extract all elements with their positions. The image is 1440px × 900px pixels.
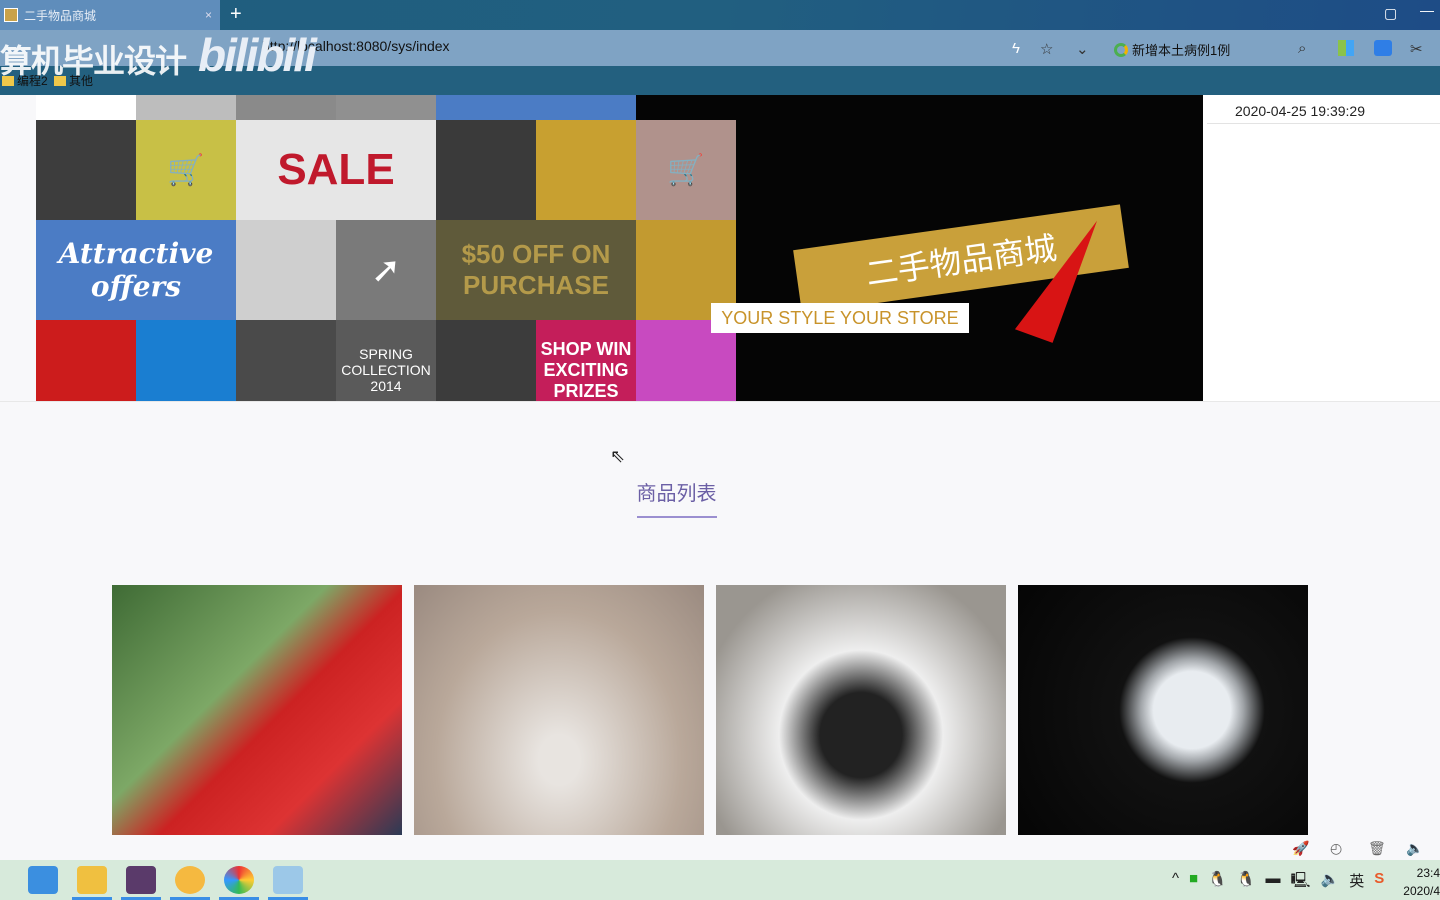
extension-icon[interactable] [1374, 40, 1392, 56]
product-image-watch[interactable] [1018, 585, 1308, 835]
network-icon[interactable]: 🖳 [1290, 870, 1310, 895]
sound-icon[interactable]: 🔈 [1406, 840, 1423, 857]
chevron-up-icon[interactable]: ^ [1172, 870, 1179, 895]
skin-icon[interactable]: ▢ [1384, 5, 1397, 22]
sogou-icon[interactable]: S [1374, 870, 1384, 895]
section-title: 商品列表 [636, 483, 717, 505]
banner-tile: SALE [236, 120, 436, 220]
taskbar-app-icon[interactable] [126, 866, 156, 894]
banner-carousel[interactable]: 🛒 SALE 🛒 Attractive offers ➚ $50 OFF ON … [36, 95, 1203, 401]
file-explorer-icon[interactable] [77, 866, 107, 894]
favicon-icon [4, 8, 18, 22]
banner-tile: SPRING COLLECTION 2014 [336, 320, 436, 401]
divider [1207, 123, 1440, 124]
cursor-icon: ➚ [336, 220, 436, 320]
clock[interactable]: 23:4 2020/4 [1400, 864, 1440, 900]
trash-icon[interactable]: 🗑 [1368, 840, 1386, 857]
tray-app-icon[interactable]: ■ [1189, 870, 1198, 895]
banner-tile: $50 OFF ON PURCHASE [436, 220, 636, 320]
rocket-icon[interactable]: 🚀 [1292, 840, 1309, 857]
close-tab-icon[interactable]: × [205, 8, 212, 22]
taskbar-app-icon[interactable] [28, 866, 58, 894]
qq-icon[interactable]: 🐧 [1208, 870, 1227, 895]
notice-panel: 2020-04-25 19:39:29 [1203, 95, 1440, 401]
title-underline [637, 516, 717, 518]
ime-indicator[interactable]: 英 [1349, 870, 1364, 895]
minimize-button[interactable]: — [1420, 2, 1434, 18]
browser-tab[interactable]: 二手物品商城 × [0, 0, 220, 30]
chevron-down-icon[interactable]: ⌄ [1076, 40, 1089, 58]
news-link[interactable]: 新增本土病例1例 [1114, 40, 1230, 59]
banner-tile: SHOP WIN EXCITING PRIZES [536, 320, 636, 401]
search-icon[interactable]: ⌕ [1298, 40, 1306, 57]
new-tab-button[interactable]: + [230, 3, 242, 26]
banner-tile: Attractive offers [36, 220, 236, 320]
star-icon[interactable]: ☆ [1040, 40, 1053, 58]
banner-slogan: YOUR STYLE YOUR STORE [711, 303, 969, 333]
cart-icon: 🛒 [136, 120, 236, 220]
watermark-text: 算机毕业设计 [0, 43, 187, 79]
speed-icon[interactable]: ◴ [1330, 840, 1342, 857]
cart-icon: 🛒 [636, 120, 736, 220]
product-image-motorcycle[interactable] [716, 585, 1006, 835]
bilibili-logo: bilibili [198, 29, 317, 81]
system-tray: ^ ■ 🐧 🐧 ▬ 🖳 🔈 英 S [1172, 870, 1384, 895]
taskbar-app-icon[interactable] [175, 866, 205, 894]
notice-date: 2020-04-25 19:39:29 [1235, 103, 1365, 119]
lightning-icon[interactable]: ϟ [1012, 40, 1020, 57]
taskbar-app-icon[interactable] [273, 866, 303, 894]
scissors-icon[interactable]: ✂ [1410, 40, 1423, 58]
product-image-bicycle[interactable] [414, 585, 704, 835]
volume-icon[interactable]: 🔈 [1321, 870, 1340, 895]
mouse-cursor-icon: ⇖ [610, 446, 626, 466]
qq-icon[interactable]: 🐧 [1237, 870, 1256, 895]
apps-icon[interactable] [1338, 40, 1354, 56]
browser-icon[interactable] [224, 866, 254, 894]
battery-icon[interactable]: ▬ [1265, 870, 1280, 895]
divider [0, 401, 1440, 402]
news-icon [1114, 42, 1128, 57]
product-image-laptop[interactable] [112, 585, 402, 835]
